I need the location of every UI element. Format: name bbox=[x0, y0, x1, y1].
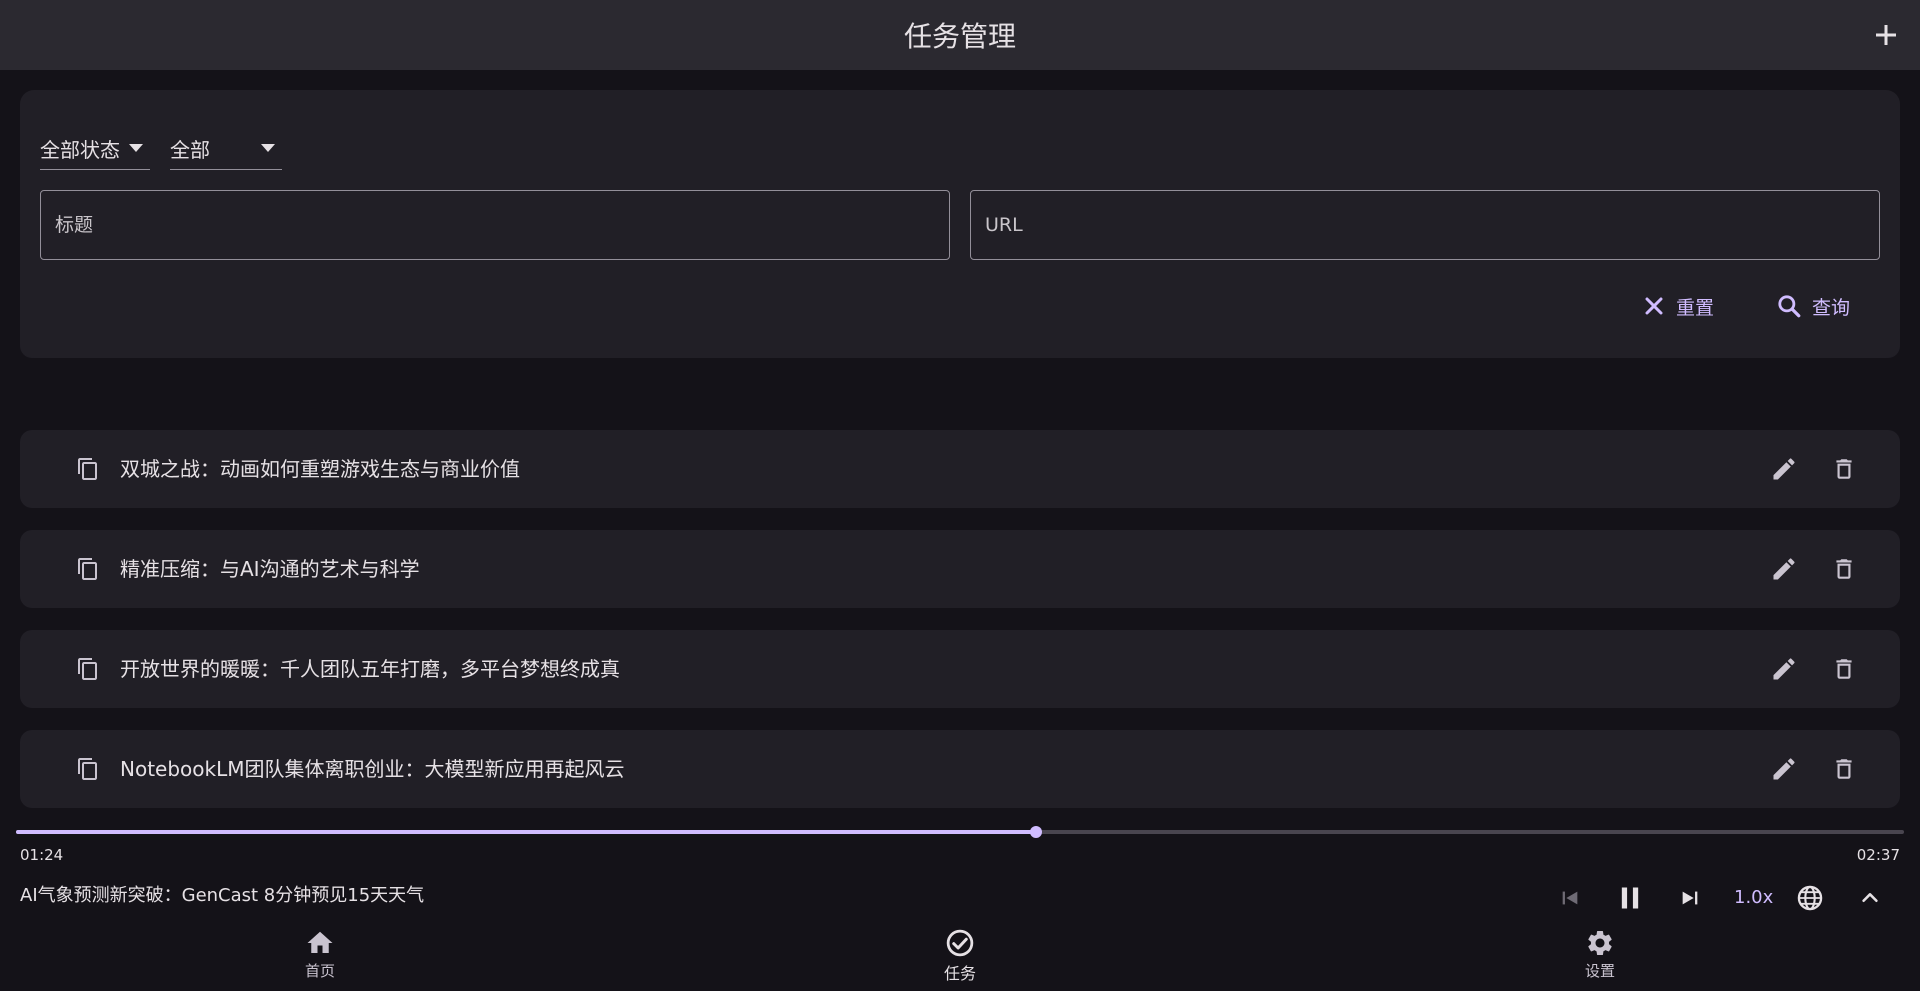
type-select[interactable]: 全部 bbox=[170, 128, 282, 170]
dropdown-arrow-icon bbox=[129, 144, 143, 152]
chevron-up-icon bbox=[1862, 893, 1878, 903]
filter-panel: 全部状态 全部 重置 查询 bbox=[20, 90, 1900, 358]
status-select[interactable]: 全部状态 bbox=[40, 128, 150, 170]
plus-icon bbox=[1876, 25, 1896, 45]
copy-icon[interactable] bbox=[76, 457, 100, 481]
edit-button[interactable] bbox=[1766, 651, 1802, 687]
edit-button[interactable] bbox=[1766, 751, 1802, 787]
task-card[interactable]: 双城之战：动画如何重塑游戏生态与商业价值 bbox=[20, 430, 1900, 508]
copy-icon[interactable] bbox=[76, 757, 100, 781]
delete-button[interactable] bbox=[1826, 751, 1862, 787]
task-card[interactable]: 精准压缩：与AI沟通的艺术与科学 bbox=[20, 530, 1900, 608]
close-icon bbox=[1645, 297, 1663, 315]
nav-home[interactable]: 首页 bbox=[260, 928, 380, 990]
pencil-icon bbox=[1773, 458, 1795, 480]
app-bar: 任务管理 bbox=[0, 0, 1920, 70]
total-time: 02:37 bbox=[1856, 846, 1900, 864]
url-input[interactable] bbox=[985, 191, 1865, 259]
pencil-icon bbox=[1773, 658, 1795, 680]
task-title: NotebookLM团队集体离职创业：大模型新应用再起风云 bbox=[120, 757, 625, 781]
copy-icon[interactable] bbox=[76, 657, 100, 681]
language-button[interactable] bbox=[1790, 878, 1830, 918]
trash-icon bbox=[1836, 759, 1852, 779]
search-button[interactable]: 查询 bbox=[1776, 286, 1850, 326]
status-select-value: 全部状态 bbox=[40, 138, 120, 162]
nav-settings-label: 设置 bbox=[1584, 962, 1615, 980]
edit-button[interactable] bbox=[1766, 551, 1802, 587]
gear-icon bbox=[1588, 931, 1612, 955]
trash-icon bbox=[1836, 659, 1852, 679]
task-card[interactable]: NotebookLM团队集体离职创业：大模型新应用再起风云 bbox=[20, 730, 1900, 808]
trash-icon bbox=[1836, 459, 1852, 479]
nav-tasks[interactable]: 任务 bbox=[900, 928, 1020, 990]
current-time: 01:24 bbox=[20, 846, 64, 864]
search-icon bbox=[1778, 295, 1801, 318]
copy-icon[interactable] bbox=[76, 557, 100, 581]
next-button[interactable] bbox=[1670, 878, 1710, 918]
expand-button[interactable] bbox=[1850, 878, 1890, 918]
delete-button[interactable] bbox=[1826, 451, 1862, 487]
url-field[interactable] bbox=[970, 190, 1880, 260]
trash-icon bbox=[1836, 559, 1852, 579]
reset-label: 重置 bbox=[1676, 296, 1715, 319]
task-title: 开放世界的暖暖：千人团队五年打磨，多平台梦想终成真 bbox=[120, 657, 620, 681]
nav-settings[interactable]: 设置 bbox=[1540, 928, 1660, 990]
task-card[interactable]: 开放世界的暖暖：千人团队五年打磨，多平台梦想终成真 bbox=[20, 630, 1900, 708]
home-icon bbox=[307, 931, 333, 953]
progress-thumb[interactable] bbox=[1029, 826, 1042, 838]
pause-button[interactable] bbox=[1610, 878, 1650, 918]
now-playing-title: AI气象预测新突破：GenCast 8分钟预见15天天气 bbox=[20, 885, 425, 906]
task-title: 双城之战：动画如何重塑游戏生态与商业价值 bbox=[120, 457, 520, 481]
delete-button[interactable] bbox=[1826, 551, 1862, 587]
skip-next-icon bbox=[1682, 891, 1698, 905]
page-title: 任务管理 bbox=[903, 20, 1016, 53]
reset-button[interactable]: 重置 bbox=[1642, 286, 1714, 326]
edit-button[interactable] bbox=[1766, 451, 1802, 487]
pause-icon bbox=[1621, 887, 1639, 909]
nav-home-label: 首页 bbox=[304, 962, 335, 980]
pencil-icon bbox=[1773, 558, 1795, 580]
previous-button[interactable] bbox=[1550, 878, 1590, 918]
dropdown-arrow-icon bbox=[261, 144, 275, 152]
progress-fill bbox=[16, 830, 1036, 834]
check-circle-icon bbox=[946, 929, 974, 957]
globe-icon bbox=[1797, 885, 1823, 911]
nav-tasks-label: 任务 bbox=[943, 964, 976, 983]
task-title: 精准压缩：与AI沟通的艺术与科学 bbox=[120, 557, 420, 581]
add-task-button[interactable] bbox=[1866, 15, 1906, 55]
title-input[interactable] bbox=[55, 191, 935, 259]
pencil-icon bbox=[1773, 758, 1795, 780]
search-label: 查询 bbox=[1812, 296, 1851, 319]
title-field[interactable] bbox=[40, 190, 950, 260]
progress-bar[interactable] bbox=[16, 826, 1904, 838]
type-select-value: 全部 bbox=[170, 138, 210, 162]
skip-previous-icon bbox=[1562, 891, 1578, 905]
audio-player: 01:24 02:37 AI气象预测新突破：GenCast 8分钟预见15天天气… bbox=[0, 810, 1920, 991]
app-root: 任务管理 双城之战：动画如何重塑游戏生态与商业价值 精准压缩：与AI沟通的艺术与… bbox=[0, 0, 1920, 991]
delete-button[interactable] bbox=[1826, 651, 1862, 687]
playback-speed[interactable]: 1.0x bbox=[1734, 878, 1773, 918]
